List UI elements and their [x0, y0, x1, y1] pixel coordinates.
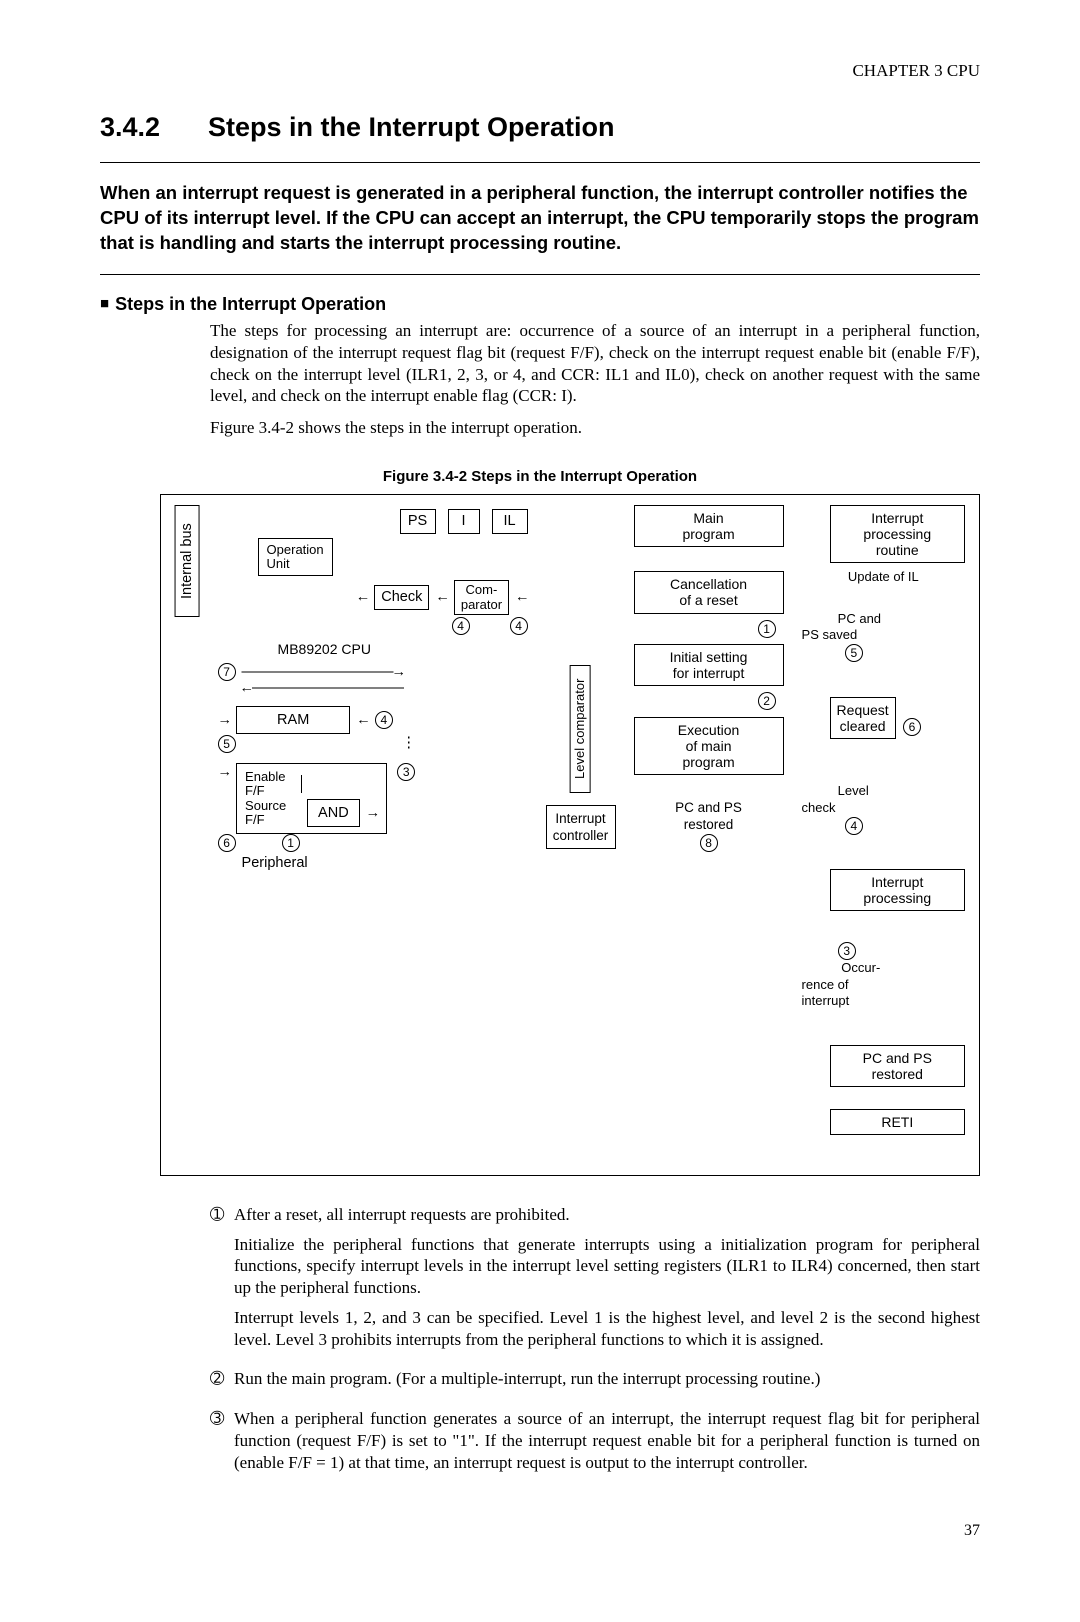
arrow-icon: → [218, 763, 231, 782]
rule-top [100, 162, 980, 163]
step-2-marker: ➁ [210, 1368, 234, 1398]
intro-para-1: The steps for processing an interrupt ar… [210, 320, 980, 407]
step-3-para-a: When a peripheral function generates a s… [234, 1408, 980, 1473]
check-box: Check [374, 585, 429, 610]
flow-exec-main: Execution of main program [634, 717, 784, 775]
flow-reti: RETI [830, 1109, 965, 1135]
circled-1: 1 [282, 834, 300, 852]
internal-bus-label: Internal bus [175, 505, 200, 617]
rule-bottom [100, 274, 980, 275]
step-1: ➀ After a reset, all interrupt requests … [210, 1204, 980, 1359]
circled-7: 7 [218, 663, 236, 681]
source-ff-label: Source F/F [245, 799, 295, 828]
circled-3: 3 [397, 763, 415, 781]
step-2: ➁ Run the main program. (For a multiple-… [210, 1368, 980, 1398]
subsection-heading: ■ Steps in the Interrupt Operation [100, 293, 980, 316]
arrow-icon: ← [515, 588, 528, 607]
circled-5: 5 [218, 735, 236, 753]
circled-4: 4 [452, 617, 470, 635]
interrupt-routine-flow: Interrupt processing routine Update of I… [802, 505, 965, 1157]
circled-6: 6 [903, 718, 921, 736]
steps-list: ➀ After a reset, all interrupt requests … [210, 1204, 980, 1482]
arrow-icon: ← [435, 588, 448, 607]
step-1-para-a: After a reset, all interrupt requests ar… [234, 1204, 980, 1226]
flow-main-program: Main program [634, 505, 784, 547]
intro-text: The steps for processing an interrupt ar… [210, 320, 980, 439]
note-level-check: Level check [802, 783, 869, 815]
flow-pcps-restored: PC and PS restored [634, 799, 784, 834]
interrupt-controller-box: Interrupt controller [546, 805, 616, 850]
comparator-box: Com- parator [454, 580, 509, 615]
section-title: 3.4.2Steps in the Interrupt Operation [100, 110, 980, 145]
square-bullet-icon: ■ [100, 295, 109, 312]
i-box: I [448, 509, 480, 534]
flow-cancel-reset: Cancellation of a reset [634, 571, 784, 613]
circled-6: 6 [218, 834, 236, 852]
flow-initial-setting: Initial setting for interrupt [634, 644, 784, 686]
enable-ff-label: Enable F/F [245, 770, 295, 799]
step-3-marker: ➂ [210, 1408, 234, 1481]
flow-pcps-restored-box: PC and PS restored [830, 1045, 965, 1087]
section-title-text: Steps in the Interrupt Operation [208, 112, 615, 142]
arrow-icon: ← [356, 711, 369, 730]
dots-icon: ⋮ [402, 734, 420, 753]
page-number: 37 [100, 1521, 980, 1541]
arrow-icon: ←———————————— [240, 679, 403, 698]
step-1-para-b: Initialize the peripheral functions that… [234, 1234, 980, 1299]
step-3: ➂ When a peripheral function generates a… [210, 1408, 980, 1481]
step-1-para-c: Interrupt levels 1, 2, and 3 can be spec… [234, 1307, 980, 1351]
il-box: IL [492, 509, 528, 534]
ram-box: RAM [236, 706, 350, 735]
circled-2: 2 [758, 692, 776, 710]
circled-5: 5 [845, 644, 863, 662]
level-comparator-box: Level comparator [570, 665, 591, 793]
note-occurrence: Occur- rence of interrupt [802, 960, 881, 1008]
arrow-icon: ← [356, 588, 369, 607]
step-2-para-a: Run the main program. (For a multiple-in… [234, 1368, 980, 1390]
section-number: 3.4.2 [100, 110, 208, 145]
operation-unit-box: Operation Unit [258, 538, 333, 577]
arrow-icon: → [218, 711, 231, 730]
arrow-icon: → [366, 804, 379, 822]
note-pcps-saved: PC and PS saved [802, 611, 882, 643]
step-1-marker: ➀ [210, 1204, 234, 1359]
note-update-il: Update of IL [802, 569, 965, 586]
ps-box: PS [400, 509, 436, 534]
circled-4: 4 [375, 711, 393, 729]
figure-caption: Figure 3.4-2 Steps in the Interrupt Oper… [100, 467, 980, 486]
flow-interrupt-routine: Interrupt processing routine [830, 505, 965, 563]
circled-8: 8 [700, 834, 718, 852]
main-program-flow: Main program Cancellation of a reset 1 I… [634, 505, 784, 1157]
subsection-heading-text: Steps in the Interrupt Operation [115, 294, 386, 314]
lead-paragraph: When an interrupt request is generated i… [100, 181, 980, 256]
circled-4: 4 [510, 617, 528, 635]
circled-4: 4 [845, 817, 863, 835]
and-box: AND [307, 799, 360, 827]
chapter-header: CHAPTER 3 CPU [100, 60, 980, 82]
circled-1: 1 [758, 620, 776, 638]
circled-3: 3 [838, 942, 856, 960]
flow-interrupt-processing: Interrupt processing [830, 869, 965, 911]
cpu-label: MB89202 CPU [278, 641, 528, 659]
peripheral-box: Enable F/F Source F/F AND → [236, 763, 387, 834]
flow-request-cleared: Request cleared [830, 697, 896, 739]
figure-3-4-2: Internal bus PS I IL Operation Unit ← Ch… [160, 494, 980, 1176]
peripheral-label: Peripheral [242, 854, 308, 873]
intro-para-2: Figure 3.4-2 shows the steps in the inte… [210, 417, 980, 439]
